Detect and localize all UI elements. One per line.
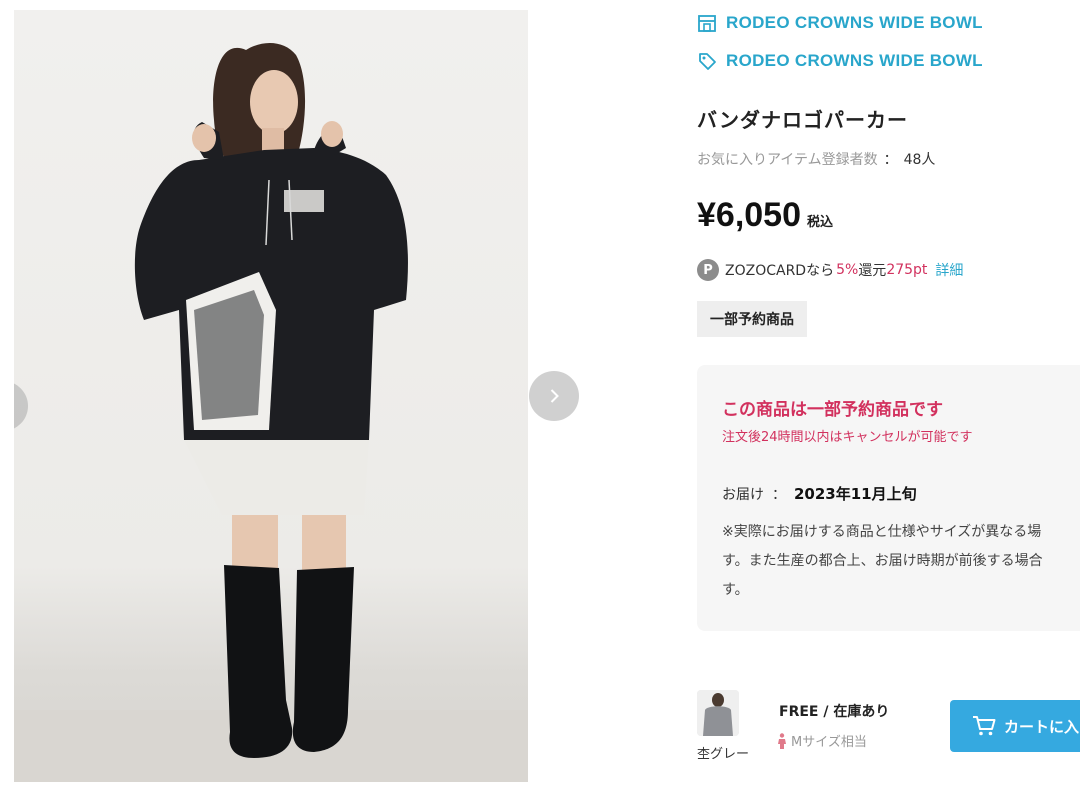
delivery-row: お届け ： 2023年11月上旬 [722,483,917,504]
product-title: バンダナロゴパーカー [697,108,908,132]
variant-thumbnail[interactable] [697,690,739,736]
variant-fit-note: Mサイズ相当 [777,731,867,750]
person-icon [778,732,786,749]
delivery-label: お届け [722,487,764,503]
preorder-notice: この商品は一部予約商品です 注文後24時間以内はキャンセルが可能です お届け ： 2… [697,365,1080,631]
delivery-date: 2023年11月上旬 [794,485,917,503]
favorite-label: お気に入りアイテム登録者数 [697,152,878,168]
favorite-separator: ： [883,152,898,168]
add-to-cart-button[interactable]: カートに入 [950,700,1080,752]
points-value: 275pt [886,262,928,278]
tax-label: 税込 [807,215,834,230]
chevron-right-icon [550,389,559,403]
variant-size-stock: FREE / 在庫あり [779,704,890,720]
notice-subtitle: 注文後24時間以内はキャンセルが可能です [722,430,973,445]
variant-color-label: 杢グレー [697,747,750,762]
shop-icon [698,15,716,32]
delivery-note: ※実際にお届けする商品と仕様やサイズが異なる場 す。また生産の都合上、お届け時期… [722,524,1043,598]
shop-link[interactable]: RODEO CROWNS WIDE BOWL [697,13,983,33]
points-return-text: 還元 [858,263,887,279]
variant-thumbnail-image [697,690,739,736]
add-to-cart-label: カートに入 [1004,717,1080,736]
notice-title: この商品は一部予約商品です [722,400,943,420]
image-next-button[interactable] [529,371,579,421]
favorite-count: 48人 [903,152,936,168]
tag-icon [699,53,716,70]
variant-fit-text: Mサイズ相当 [791,735,867,750]
brand-link[interactable]: RODEO CROWNS WIDE BOWL [697,51,983,71]
favorite-count-row: お気に入りアイテム登録者数 ： 48人 [697,149,935,169]
preorder-tag: 一部予約商品 [697,301,807,337]
points-row: P ZOZOCARDなら 5% 還元 275pt 詳細 [697,259,963,281]
price: ¥6,050 [697,196,801,234]
points-percent: 5% [836,262,859,278]
price-row: ¥6,050 税込 [697,196,833,235]
shop-name: RODEO CROWNS WIDE BOWL [726,13,983,32]
delivery-separator: ： [772,487,786,503]
cart-icon [973,716,996,736]
product-image[interactable] [14,10,528,782]
brand-name: RODEO CROWNS WIDE BOWL [726,51,983,70]
points-detail-link[interactable]: 詳細 [935,260,963,280]
model-illustration [134,43,408,758]
zozocard-text: ZOZOCARDなら [725,263,835,279]
points-icon: P [697,259,719,281]
